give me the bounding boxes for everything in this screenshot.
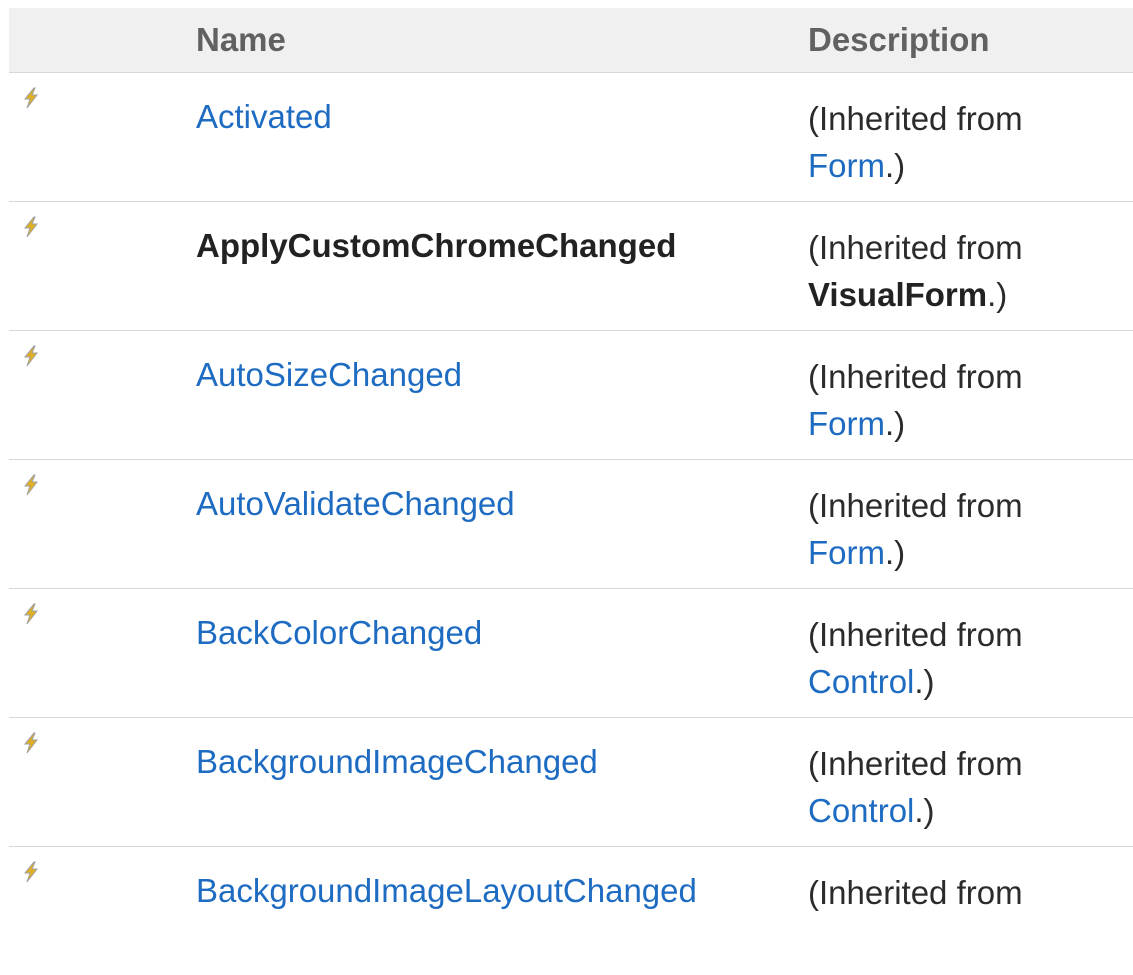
table-row: BackgroundImageLayoutChanged (Inherited … [9, 847, 1133, 975]
inherited-class-name: VisualForm [808, 276, 988, 313]
lightning-event-icon [23, 216, 39, 238]
member-link-auto-size-changed[interactable]: AutoSizeChanged [196, 356, 462, 393]
member-description: (Inherited from VisualForm.) [808, 229, 1023, 313]
member-link-background-image-layout-changed[interactable]: BackgroundImageLayoutChanged [196, 872, 697, 909]
member-link-activated[interactable]: Activated [196, 98, 332, 135]
member-description: (Inherited from Form.) [808, 358, 1023, 442]
table-row: ApplyCustomChromeChanged (Inherited from… [9, 202, 1133, 331]
table-row: AutoSizeChanged (Inherited from Form.) [9, 331, 1133, 460]
table-row: AutoValidateChanged (Inherited from Form… [9, 460, 1133, 589]
events-table: Name Description Activated (Inherited fr… [9, 8, 1133, 975]
lightning-event-icon [23, 861, 39, 883]
lightning-event-icon [23, 87, 39, 109]
inherited-class-link[interactable]: Form [808, 534, 885, 571]
member-description: (Inherited from Control.) [808, 616, 1023, 700]
member-link-background-image-changed[interactable]: BackgroundImageChanged [196, 743, 598, 780]
member-name-apply-custom-chrome-changed: ApplyCustomChromeChanged [196, 227, 677, 264]
member-link-auto-validate-changed[interactable]: AutoValidateChanged [196, 485, 515, 522]
lightning-event-icon [23, 603, 39, 625]
member-description: (Inherited from [808, 874, 1023, 911]
member-description: (Inherited from Control.) [808, 745, 1023, 829]
lightning-event-icon [23, 345, 39, 367]
column-header-description: Description [808, 21, 990, 58]
table-header-row: Name Description [9, 8, 1133, 73]
table-row: BackgroundImageChanged (Inherited from C… [9, 718, 1133, 847]
column-header-name: Name [196, 21, 286, 58]
inherited-class-link[interactable]: Form [808, 147, 885, 184]
member-link-back-color-changed[interactable]: BackColorChanged [196, 614, 482, 651]
inherited-class-link[interactable]: Form [808, 405, 885, 442]
member-description: (Inherited from Form.) [808, 100, 1023, 184]
lightning-event-icon [23, 732, 39, 754]
inherited-class-link[interactable]: Control [808, 792, 914, 829]
inherited-class-link[interactable]: Control [808, 663, 914, 700]
lightning-event-icon [23, 474, 39, 496]
member-description: (Inherited from Form.) [808, 487, 1023, 571]
table-row: Activated (Inherited from Form.) [9, 73, 1133, 202]
table-row: BackColorChanged (Inherited from Control… [9, 589, 1133, 718]
